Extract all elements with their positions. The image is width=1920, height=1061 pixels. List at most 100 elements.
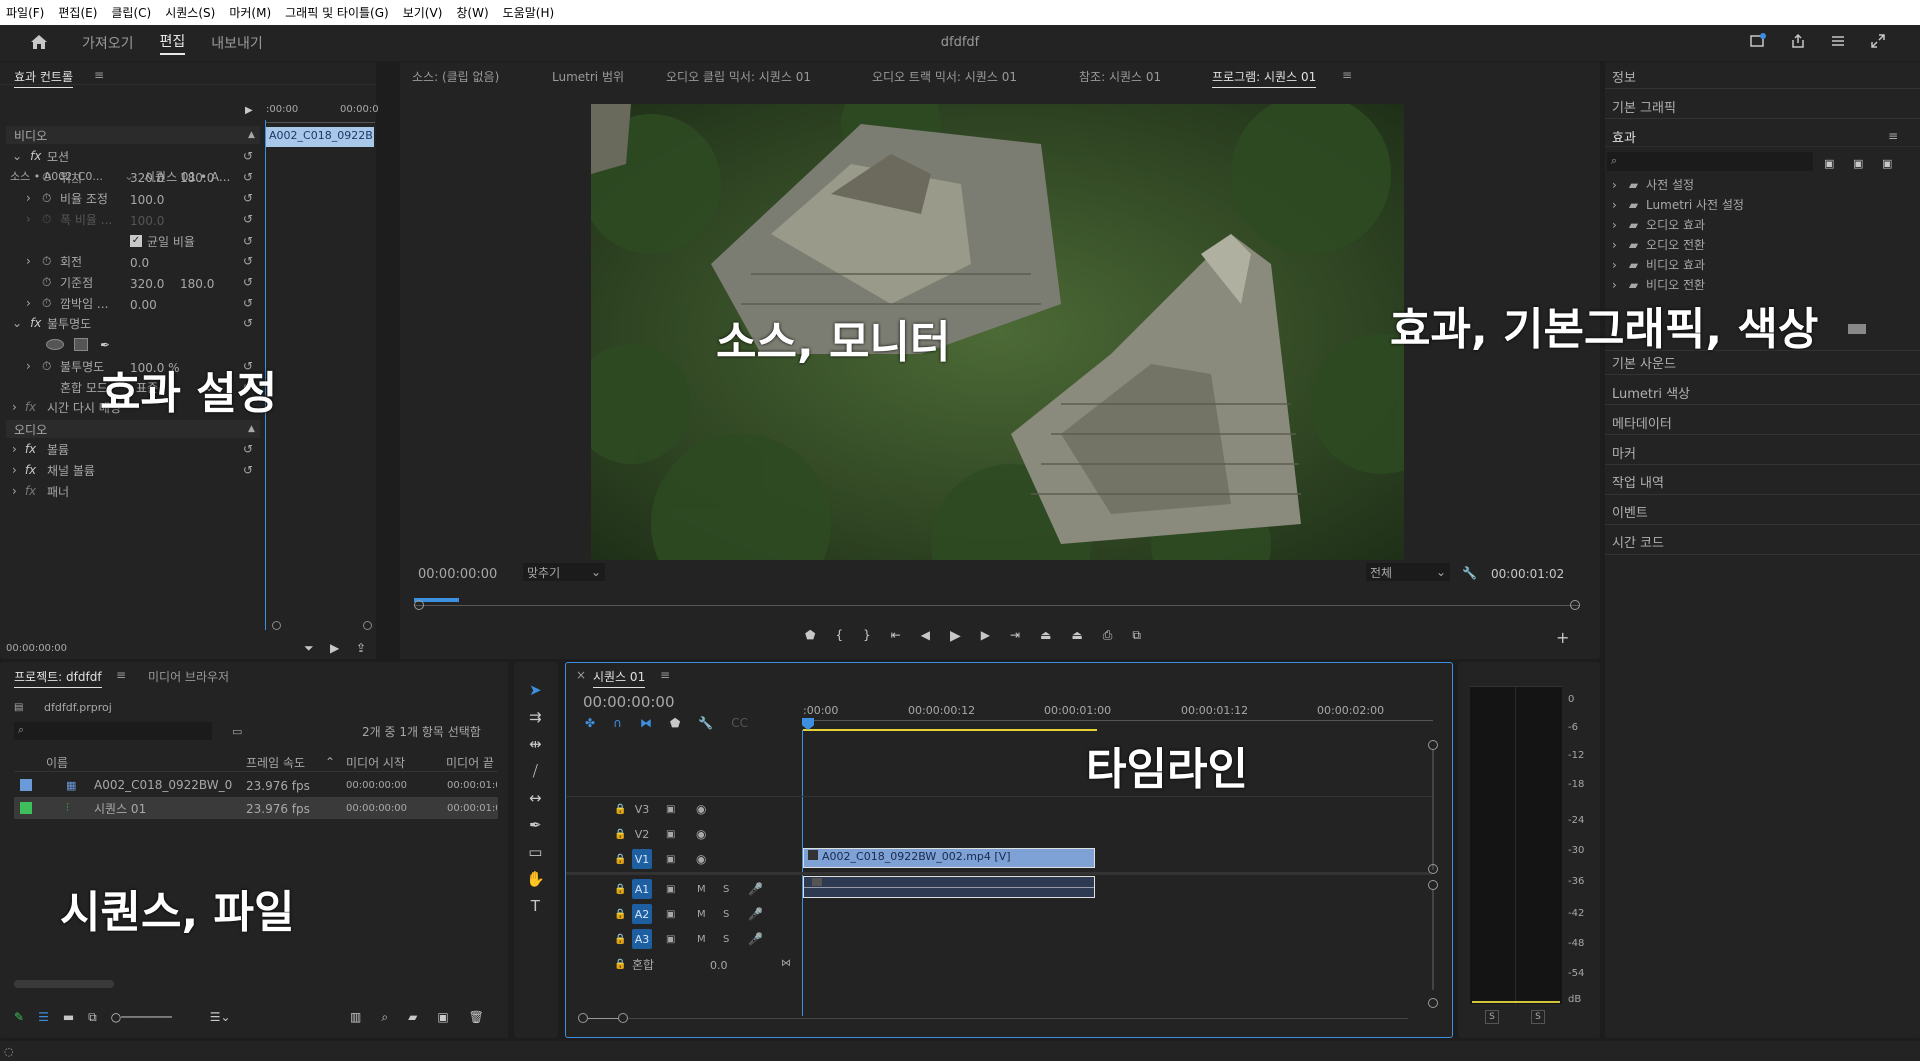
solo-button[interactable]: S: [723, 879, 729, 899]
position-x[interactable]: 320.0: [130, 168, 164, 188]
panel-menu-icon[interactable]: ≡: [660, 668, 670, 682]
mark-out-icon[interactable]: }: [863, 628, 871, 644]
tab-edit[interactable]: 편집: [159, 31, 186, 55]
expand-icon[interactable]: ›: [26, 293, 31, 313]
motion-expand-icon[interactable]: ⌄ fx: [12, 146, 41, 166]
accelerated-effects-icon[interactable]: ▣: [1824, 153, 1834, 173]
panel-menu-icon[interactable]: ≡: [1888, 126, 1898, 146]
menu-file[interactable]: 파일(F): [6, 4, 44, 21]
nest-icon[interactable]: ✤: [585, 716, 595, 730]
lock-icon[interactable]: 🔒: [614, 879, 626, 899]
quick-export-icon[interactable]: [1750, 33, 1766, 49]
extract-icon[interactable]: ⏏: [1071, 628, 1082, 644]
fullscreen-icon[interactable]: [1870, 33, 1886, 49]
export-icon[interactable]: ⇪: [356, 638, 366, 658]
folder-presets[interactable]: › ▰ 사전 설정: [1612, 176, 1694, 193]
timeline-ruler[interactable]: :00:00 00:00:00:12 00:00:01:00 00:00:01:…: [803, 700, 1433, 731]
type-tool-icon[interactable]: T: [531, 897, 540, 915]
workspaces-icon[interactable]: [1830, 33, 1846, 49]
opacity-expand-icon[interactable]: ⌄ fx: [12, 313, 41, 333]
close-icon[interactable]: ×: [576, 668, 586, 682]
eye-icon[interactable]: ◉: [696, 824, 706, 844]
stopwatch-icon[interactable]: ⏱: [42, 188, 51, 208]
tab-markers[interactable]: 마커: [1612, 443, 1636, 462]
track-select-icon[interactable]: ⇉: [529, 708, 542, 726]
go-to-in-icon[interactable]: ⇤: [891, 628, 901, 644]
tab-project[interactable]: 프로젝트: dfdfdf: [14, 668, 102, 688]
step-forward-icon[interactable]: ▶: [981, 628, 990, 644]
panel-menu-icon[interactable]: ≡: [94, 68, 104, 82]
reset-icon[interactable]: ↺: [243, 439, 253, 459]
tab-program[interactable]: 프로그램: 시퀀스 01: [1212, 68, 1317, 88]
position-y[interactable]: 180.0: [180, 168, 214, 188]
lock-icon[interactable]: 🔒: [614, 929, 626, 949]
tab-import[interactable]: 가져오기: [82, 33, 134, 53]
go-to-out-icon[interactable]: ⇥: [1010, 628, 1020, 644]
timeline-settings-icon[interactable]: 🔧: [698, 716, 713, 730]
stopwatch-icon[interactable]: ⏱: [42, 293, 51, 313]
mark-in-icon[interactable]: {: [835, 628, 843, 644]
new-bin-icon[interactable]: ▰: [408, 1010, 417, 1025]
wrench-icon[interactable]: 🔧: [1462, 563, 1477, 583]
reset-icon[interactable]: ↺: [243, 251, 253, 271]
marker-icon[interactable]: ⬟: [805, 628, 815, 644]
eye-icon[interactable]: ◉: [696, 849, 706, 869]
expand-icon[interactable]: › fx: [12, 460, 36, 480]
source-selector[interactable]: 소스 • A002_C0...: [10, 166, 103, 186]
track-label-a2[interactable]: A2: [632, 904, 652, 924]
tab-history[interactable]: 작업 내역: [1612, 472, 1664, 491]
folder-video-transitions[interactable]: › ▰ 비디오 전환: [1612, 276, 1705, 293]
menu-window[interactable]: 창(W): [456, 4, 488, 21]
ripple-edit-icon[interactable]: ⇹: [529, 735, 542, 753]
sync-lock-icon[interactable]: ▣: [666, 824, 675, 844]
tab-timecode[interactable]: 시간 코드: [1612, 532, 1664, 551]
expand-icon[interactable]: › fx: [12, 481, 36, 501]
home-icon[interactable]: [30, 34, 48, 53]
menu-marker[interactable]: 마커(M): [229, 4, 271, 21]
rotation-value[interactable]: 0.0: [130, 253, 149, 273]
panel-menu-icon[interactable]: ≡: [116, 668, 126, 682]
pencil-icon[interactable]: ✎: [14, 1010, 24, 1025]
track-label-v1[interactable]: V1: [632, 849, 652, 869]
reset-icon[interactable]: ↺: [243, 209, 253, 229]
column-name[interactable]: 이름: [46, 752, 68, 772]
lock-icon[interactable]: 🔒: [614, 904, 626, 924]
camera-icon[interactable]: ⎙: [1103, 628, 1113, 644]
mini-clip[interactable]: A002_C018_0922B: [265, 127, 374, 147]
anchor-x[interactable]: 320.0: [130, 274, 164, 294]
folder-video-effects[interactable]: › ▰ 비디오 효과: [1612, 256, 1705, 273]
freeform-view-icon[interactable]: ⧉: [88, 1010, 97, 1025]
tab-lumetri-color[interactable]: Lumetri 색상: [1612, 383, 1690, 402]
sync-lock-icon[interactable]: ▣: [666, 799, 675, 819]
meter-solo-left[interactable]: S: [1485, 1010, 1499, 1024]
tab-audio-clip-mixer[interactable]: 오디오 클립 믹서: 시퀀스 01: [666, 68, 811, 85]
column-frame-rate[interactable]: 프레임 속도: [246, 752, 305, 772]
rectangle-tool-icon[interactable]: ▭: [528, 843, 542, 861]
sync-lock-icon[interactable]: ▣: [666, 849, 675, 869]
tab-reference[interactable]: 참조: 시퀀스 01: [1079, 68, 1161, 85]
collapse-icon[interactable]: ▲: [248, 125, 255, 145]
scroll-thumb[interactable]: [1848, 324, 1866, 334]
pen-mask-icon[interactable]: ✒: [100, 335, 110, 355]
mute-button[interactable]: M: [697, 879, 706, 899]
project-h-scroll[interactable]: [14, 980, 114, 988]
stopwatch-icon[interactable]: ⏱: [42, 272, 51, 292]
tab-info[interactable]: 정보: [1612, 67, 1636, 86]
project-search-input[interactable]: ⌕: [14, 722, 212, 740]
uniform-scale-checkbox[interactable]: ✓: [130, 231, 142, 251]
track-label-v2[interactable]: V2: [632, 824, 652, 844]
tab-export[interactable]: 내보내기: [211, 33, 263, 53]
yuv-effects-icon[interactable]: ▣: [1882, 153, 1892, 173]
mix-end-icon[interactable]: ⋈: [781, 953, 791, 973]
tab-events[interactable]: 이벤트: [1612, 502, 1648, 521]
selection-tool-icon[interactable]: ➤: [529, 681, 542, 699]
menu-help[interactable]: 도움말(H): [503, 4, 555, 21]
microphone-icon[interactable]: 🎤: [748, 904, 763, 924]
video-clip[interactable]: A002_C018_0922BW_002.mp4 [V]: [803, 848, 1095, 868]
anchor-y[interactable]: 180.0: [180, 274, 214, 294]
new-search-bin-icon[interactable]: ▭: [232, 721, 242, 741]
solo-button[interactable]: S: [723, 929, 729, 949]
tab-audio-track-mixer[interactable]: 오디오 트랙 믹서: 시퀀스 01: [872, 68, 1017, 85]
mute-button[interactable]: M: [697, 929, 706, 949]
effects-search-input[interactable]: ⌕: [1607, 152, 1813, 171]
